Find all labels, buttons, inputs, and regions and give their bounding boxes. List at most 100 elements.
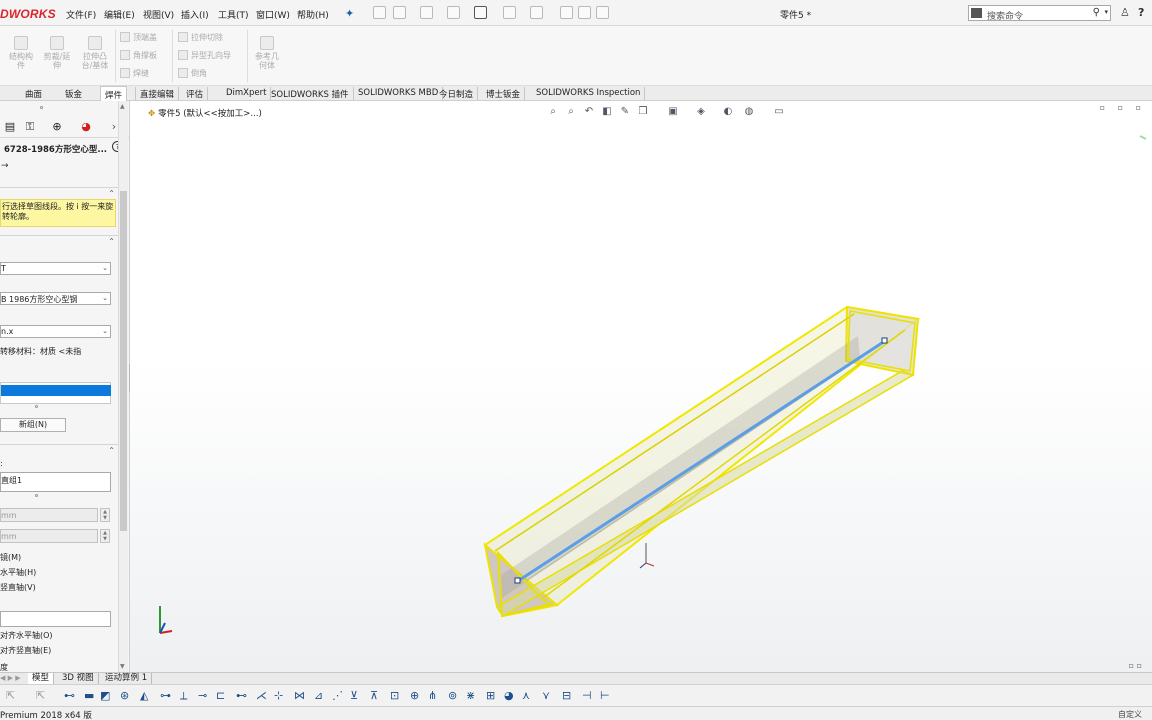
- extruded-cut-button[interactable]: 拉伸切除: [178, 32, 223, 43]
- select-arrow-icon[interactable]: ⇱: [6, 690, 15, 702]
- point-icon[interactable]: ⊷: [64, 690, 75, 702]
- select-icon[interactable]: [530, 6, 543, 19]
- rebuild-icon[interactable]: [560, 6, 573, 19]
- axis-icon[interactable]: ⋎: [542, 690, 550, 702]
- open-document-icon[interactable]: [420, 6, 433, 19]
- graphics-area[interactable]: ✥ 零件5 (默认<<按加工>...) ⌕ ⌕ ↶ ◧ ✎ ❒ ▣ ◈ ◐ ◍ ▭…: [130, 101, 1152, 672]
- plane-icon[interactable]: ⋏: [522, 690, 530, 702]
- viewport-window-controls-bottom[interactable]: ▫ ▫: [1129, 661, 1142, 670]
- hole-wizard-button[interactable]: 异型孔向导: [178, 50, 231, 61]
- coordinate-system-icon[interactable]: ⊟: [562, 690, 571, 702]
- selections-group-header[interactable]: ⌃: [0, 235, 118, 247]
- menu-tools[interactable]: 工具(T): [218, 8, 249, 21]
- align-vertical-option[interactable]: 对齐竖直轴(E): [0, 645, 51, 656]
- settings-group-header[interactable]: ⌃: [0, 444, 118, 456]
- polygon-icon[interactable]: ⟂: [180, 690, 187, 702]
- tab-made-today[interactable]: 今日制造: [435, 87, 479, 100]
- search-commands-input[interactable]: 搜索命令 ⚲ ▾: [968, 5, 1111, 22]
- undo-icon[interactable]: [503, 6, 516, 19]
- sketch-picture-icon[interactable]: ⊞: [486, 690, 495, 702]
- standard-select[interactable]: T ⌄: [0, 262, 111, 275]
- reference-geometry-button[interactable]: 参考几何体: [252, 36, 282, 70]
- tab-dimxpert[interactable]: DimXpert: [222, 87, 272, 100]
- spline-icon[interactable]: ⊸: [198, 690, 207, 702]
- display-manager-icon[interactable]: ◕: [76, 120, 96, 136]
- back-arrow-icon[interactable]: →: [1, 161, 9, 171]
- add-relation-icon[interactable]: ⊼: [370, 690, 378, 702]
- message-group-header[interactable]: ⌃: [0, 187, 118, 199]
- print-icon[interactable]: [474, 6, 487, 19]
- linear-pattern-icon[interactable]: ⊿: [314, 690, 323, 702]
- rectangle-icon[interactable]: ◩: [100, 690, 110, 702]
- spinner-arrows-icon[interactable]: ▲ ▼: [100, 508, 110, 522]
- smart-dimension-icon[interactable]: ⊻: [350, 690, 358, 702]
- mirror-icon[interactable]: ⋈: [294, 690, 305, 702]
- mate-reference-icon[interactable]: ⊢: [600, 690, 610, 702]
- convert-entities-icon[interactable]: ⊹: [274, 690, 283, 702]
- line-icon[interactable]: ▬: [84, 690, 94, 702]
- new-group-button[interactable]: 新组(N): [0, 418, 66, 432]
- vertical-axis-option[interactable]: 竖直轴(V): [0, 582, 36, 593]
- align-horizontal-option[interactable]: 对齐水平轴(O): [0, 630, 53, 641]
- point-reference-icon[interactable]: ⊣: [582, 690, 592, 702]
- trim-extend-button[interactable]: 剪裁/延伸: [42, 36, 72, 70]
- size-select[interactable]: n.x ⌄: [0, 325, 111, 338]
- horizontal-axis-option[interactable]: 水平轴(H): [0, 567, 36, 578]
- scrollbar-thumb[interactable]: [120, 191, 127, 531]
- panel-scrollbar[interactable]: ▲ ▼: [118, 101, 128, 672]
- tab-direct-editing[interactable]: 直接编辑: [135, 87, 180, 100]
- save-icon[interactable]: [447, 6, 460, 19]
- file-properties-icon[interactable]: [578, 6, 591, 19]
- 3d-sketch-icon[interactable]: ◕: [504, 690, 514, 702]
- move-entities-icon[interactable]: ⋰: [332, 690, 343, 702]
- options-gear-icon[interactable]: [596, 6, 609, 19]
- user-icon[interactable]: ♙: [1120, 6, 1130, 19]
- pin-menu-icon[interactable]: ✦: [345, 7, 354, 20]
- trim-icon[interactable]: ⋌: [256, 690, 267, 702]
- chevron-down-icon[interactable]: ▾: [1104, 8, 1108, 16]
- rapid-sketch-icon[interactable]: ⋔: [428, 690, 437, 702]
- instant2d-icon[interactable]: ⊚: [448, 690, 457, 702]
- type-select[interactable]: B 1986方形空心型钢 ⌄: [0, 292, 111, 305]
- path-endpoint-handle[interactable]: [514, 577, 521, 584]
- scroll-up-icon[interactable]: ▲: [120, 103, 125, 110]
- path-endpoint-handle[interactable]: [881, 337, 888, 344]
- weld-bead-button[interactable]: 焊缝: [120, 68, 149, 79]
- collapse-chevron-icon[interactable]: ⌃: [108, 446, 115, 455]
- tab-sheet-metal[interactable]: 钣金: [65, 88, 82, 100]
- structural-member-button[interactable]: 结构构件: [6, 36, 36, 70]
- tab-surfaces[interactable]: 曲面: [25, 88, 42, 100]
- tab-scroll-arrows-icon[interactable]: ◀ ▶ ▶: [0, 674, 21, 682]
- menu-edit[interactable]: 编辑(E): [104, 8, 135, 21]
- collapse-chevron-icon[interactable]: ⌃: [108, 189, 115, 198]
- shaded-contours-icon[interactable]: ⋇: [466, 690, 475, 702]
- property-manager-icon[interactable]: ⚿: [20, 120, 40, 136]
- menu-help[interactable]: 帮助(H): [297, 8, 329, 21]
- tab-evaluate[interactable]: 评估: [182, 87, 209, 100]
- help-icon[interactable]: ?: [1138, 6, 1144, 19]
- alignment-selection-box[interactable]: [0, 611, 111, 627]
- collapse-chevron-icon[interactable]: ⌃: [108, 237, 115, 246]
- menu-file[interactable]: 文件(F): [66, 8, 96, 21]
- menu-view[interactable]: 视图(V): [143, 8, 174, 21]
- fillet-icon[interactable]: ⊏: [216, 690, 225, 702]
- spinner-arrows-icon[interactable]: ▲ ▼: [100, 529, 110, 543]
- new-document-icon[interactable]: [393, 6, 406, 19]
- tab-weldments[interactable]: 焊件: [100, 86, 128, 101]
- sweep-path-line[interactable]: [517, 339, 886, 583]
- end-cap-button[interactable]: 顶端盖: [120, 32, 157, 43]
- scroll-down-icon[interactable]: ▼: [120, 663, 125, 670]
- customize-status[interactable]: 自定义: [1118, 709, 1142, 720]
- mirror-option[interactable]: 镜(M): [0, 552, 21, 563]
- repair-sketch-icon[interactable]: ⊡: [390, 690, 399, 702]
- slot-icon[interactable]: ⊶: [160, 690, 171, 702]
- angle-spinbox-1[interactable]: mm: [0, 508, 98, 522]
- selected-group-row[interactable]: [1, 385, 111, 396]
- group-name-input[interactable]: 直组1: [0, 472, 111, 492]
- menu-window[interactable]: 窗口(W): [256, 8, 290, 21]
- menu-insert[interactable]: 插入(I): [181, 8, 209, 21]
- quick-snaps-icon[interactable]: ⊕: [410, 690, 419, 702]
- arc-icon[interactable]: ◭: [140, 690, 148, 702]
- magnifier-icon[interactable]: ⚲: [1093, 7, 1100, 18]
- feature-manager-tree-icon[interactable]: ▤: [0, 120, 20, 136]
